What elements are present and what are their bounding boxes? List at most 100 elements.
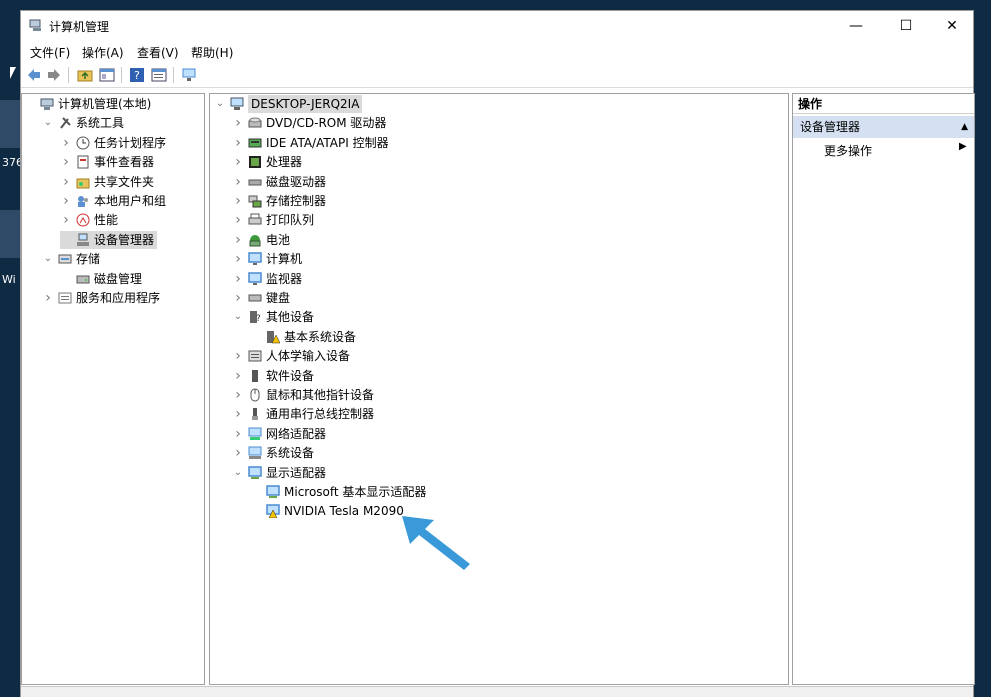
more-actions-item[interactable]: 更多操作 bbox=[824, 142, 872, 159]
expand-chevron-right-icon[interactable]: › bbox=[42, 289, 54, 307]
show-hide-tree-icon[interactable] bbox=[99, 67, 115, 83]
expand-chevron-right-icon[interactable]: › bbox=[232, 386, 244, 404]
expand-chevron-right-icon[interactable]: › bbox=[60, 173, 72, 191]
device-tree-item[interactable]: › 电池 bbox=[232, 231, 290, 249]
expand-chevron-right-icon[interactable]: › bbox=[232, 347, 244, 365]
help-icon[interactable]: ? bbox=[129, 67, 145, 83]
device-tree-item[interactable]: › 软件设备 bbox=[232, 367, 314, 385]
device-tree-item[interactable]: › DVD/CD-ROM 驱动器 bbox=[232, 114, 386, 132]
device-tree-item[interactable]: ⌄ DESKTOP-JERQ2IA bbox=[214, 95, 363, 113]
expand-chevron-right-icon[interactable]: › bbox=[232, 444, 244, 462]
device-tree-item[interactable]: › 计算机 bbox=[232, 250, 302, 268]
menu-help[interactable]: 帮助(H) bbox=[191, 44, 233, 61]
expand-chevron-right-icon[interactable]: › bbox=[232, 405, 244, 423]
expand-chevron-right-icon[interactable]: › bbox=[60, 211, 72, 229]
expand-chevron-right-icon[interactable]: › bbox=[232, 250, 244, 268]
menu-file[interactable]: 文件(F) bbox=[30, 44, 70, 61]
device-tree-item[interactable]: › 打印队列 bbox=[232, 211, 314, 229]
expand-chevron-right-icon[interactable]: › bbox=[232, 192, 244, 210]
expand-chevron-down-icon[interactable]: ⌄ bbox=[232, 464, 244, 482]
expand-chevron-right-icon[interactable]: › bbox=[232, 270, 244, 288]
device-tree-item[interactable]: › 通用串行总线控制器 bbox=[232, 405, 374, 423]
nav-tree-item[interactable]: › 事件查看器 bbox=[60, 153, 154, 171]
device-tree-item[interactable]: ⌄? 其他设备 bbox=[232, 308, 314, 326]
device-tree-item[interactable]: › 磁盘驱动器 bbox=[232, 173, 326, 191]
device-tree-item[interactable]: › 人体学输入设备 bbox=[232, 347, 350, 365]
nav-tree-item[interactable]: 设备管理器 bbox=[60, 230, 158, 249]
other-devices-icon: ? bbox=[248, 310, 262, 324]
expand-chevron-down-icon[interactable]: ⌄ bbox=[42, 250, 54, 268]
nav-tree-item[interactable]: 计算机管理(本地) bbox=[24, 95, 151, 113]
minimize-button[interactable]: — bbox=[833, 11, 879, 41]
mouse-cursor bbox=[10, 67, 16, 79]
clock-icon bbox=[76, 136, 90, 150]
maximize-button[interactable]: ☐ bbox=[883, 11, 929, 41]
device-tree-item[interactable]: › 键盘 bbox=[232, 289, 290, 307]
expand-chevron-right-icon[interactable]: › bbox=[232, 289, 244, 307]
device-tree-item[interactable]: Microsoft 基本显示适配器 bbox=[250, 483, 426, 501]
actions-pane: 操作 设备管理器 ▲ 更多操作 ▶ bbox=[792, 93, 975, 685]
expand-chevron-right-icon[interactable]: › bbox=[60, 134, 72, 152]
computer-management-icon bbox=[40, 97, 54, 111]
annotation-arrow-icon bbox=[402, 516, 470, 570]
more-actions-label: 更多操作 bbox=[824, 144, 873, 158]
device-tree-item[interactable]: › IDE ATA/ATAPI 控制器 bbox=[232, 134, 389, 152]
desktop-icon[interactable] bbox=[0, 210, 20, 258]
nav-tree-item[interactable]: › 服务和应用程序 bbox=[42, 289, 160, 307]
users-icon bbox=[76, 194, 90, 208]
menu-action[interactable]: 操作(A) bbox=[82, 44, 124, 61]
device-tree-item[interactable]: ⌄ 显示适配器 bbox=[232, 464, 326, 482]
nav-tree-item[interactable]: ⌄ 存储 bbox=[42, 250, 100, 268]
menu-view[interactable]: 查看(V) bbox=[137, 44, 179, 61]
actions-header: 操作 bbox=[793, 94, 974, 114]
tree-item-label: 事件查看器 bbox=[94, 155, 155, 170]
nav-tree-item[interactable]: 磁盘管理 bbox=[60, 270, 142, 288]
nav-tree-item[interactable]: › 性能 bbox=[60, 211, 118, 229]
nav-tree-item[interactable]: › 任务计划程序 bbox=[60, 134, 166, 152]
tree-item-label: 磁盘驱动器 bbox=[266, 174, 327, 189]
title-bar[interactable]: 计算机管理 — ☐ ✕ bbox=[21, 11, 973, 41]
collapse-up-icon[interactable]: ▲ bbox=[961, 116, 968, 138]
tree-item-label: 服务和应用程序 bbox=[76, 291, 161, 305]
expand-chevron-right-icon[interactable]: › bbox=[60, 192, 72, 210]
expand-chevron-right-icon[interactable]: › bbox=[232, 367, 244, 385]
expand-chevron-right-icon[interactable]: › bbox=[232, 211, 244, 229]
device-tree-item[interactable]: 基本系统设备 bbox=[250, 328, 356, 346]
device-tree-item[interactable]: › 系统设备 bbox=[232, 444, 314, 462]
device-tree-item[interactable]: › 监视器 bbox=[232, 270, 302, 288]
expand-chevron-down-icon[interactable]: ⌄ bbox=[214, 95, 226, 113]
expand-chevron-right-icon[interactable]: › bbox=[232, 231, 244, 249]
device-tree-item[interactable]: › 存储控制器 bbox=[232, 192, 326, 210]
expand-chevron-down-icon[interactable]: ⌄ bbox=[232, 308, 244, 326]
tree-item-label: IDE ATA/ATAPI 控制器 bbox=[266, 135, 389, 150]
expand-chevron-right-icon[interactable]: › bbox=[232, 425, 244, 443]
properties-icon[interactable] bbox=[151, 67, 167, 83]
forward-icon[interactable] bbox=[46, 67, 62, 83]
expand-chevron-right-icon[interactable]: › bbox=[232, 114, 244, 132]
expand-chevron-right-icon[interactable]: › bbox=[232, 134, 244, 152]
desktop-icon[interactable] bbox=[0, 100, 20, 148]
nav-tree-item[interactable]: ⌄ 系统工具 bbox=[42, 114, 124, 132]
device-tree-item[interactable]: › 鼠标和其他指针设备 bbox=[232, 386, 374, 404]
back-icon[interactable] bbox=[26, 67, 42, 83]
close-button[interactable]: ✕ bbox=[929, 11, 975, 41]
actions-section-device-manager[interactable]: 设备管理器 ▲ bbox=[793, 116, 974, 138]
expand-chevron-right-icon[interactable]: › bbox=[232, 153, 244, 171]
device-tree-item[interactable]: › 网络适配器 bbox=[232, 425, 326, 443]
expand-chevron-down-icon[interactable]: ⌄ bbox=[42, 114, 54, 132]
expand-chevron-right-icon[interactable]: › bbox=[232, 173, 244, 191]
tree-item-label: 性能 bbox=[94, 213, 119, 228]
up-folder-icon[interactable] bbox=[77, 67, 93, 83]
display-adapter-icon bbox=[266, 485, 280, 499]
tree-item-label: 其他设备 bbox=[266, 310, 315, 325]
device-tree-item[interactable]: NVIDIA Tesla M2090 bbox=[250, 502, 404, 520]
device-tree-item[interactable]: › 处理器 bbox=[232, 153, 302, 171]
scan-hardware-icon[interactable] bbox=[181, 67, 197, 83]
expand-chevron-right-icon[interactable]: › bbox=[60, 153, 72, 171]
shared-folder-icon bbox=[76, 175, 90, 189]
nav-tree-item[interactable]: › 本地用户和组 bbox=[60, 192, 166, 210]
nav-tree-item[interactable]: › 共享文件夹 bbox=[60, 173, 154, 191]
